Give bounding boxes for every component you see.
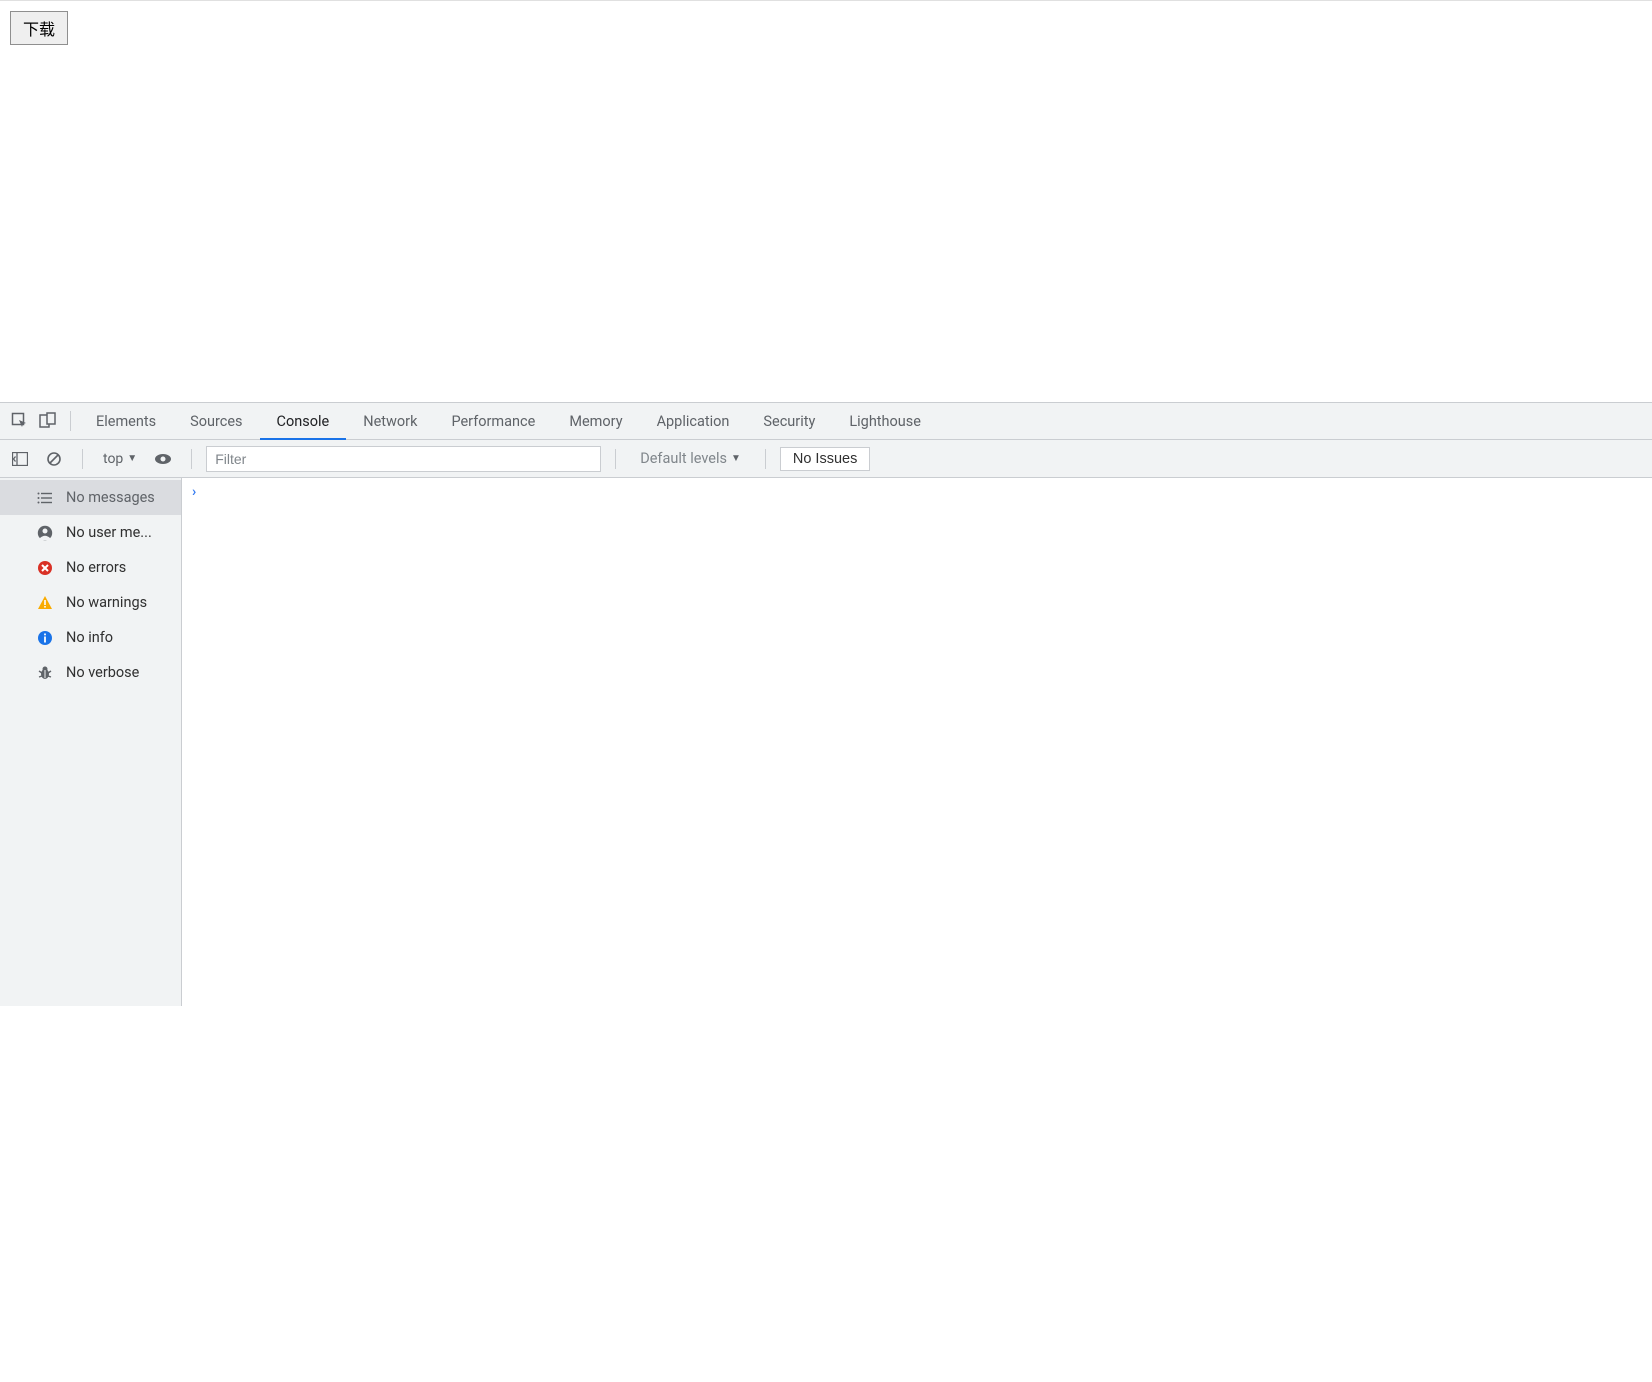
filter-input[interactable]: [206, 446, 601, 472]
tab-sources[interactable]: Sources: [173, 403, 259, 439]
bug-icon: [36, 664, 54, 682]
list-icon: [36, 489, 54, 507]
user-icon: [36, 524, 54, 542]
sidebar-item-errors[interactable]: No errors: [0, 550, 181, 585]
tab-console[interactable]: Console: [260, 403, 347, 439]
device-toolbar-icon[interactable]: [34, 407, 62, 435]
error-icon: [36, 559, 54, 577]
divider: [191, 449, 192, 469]
sidebar-item-label: No user me...: [66, 524, 152, 541]
sidebar-item-warnings[interactable]: No warnings: [0, 585, 181, 620]
log-levels-selector[interactable]: Default levels ▼: [630, 450, 751, 467]
tab-security[interactable]: Security: [746, 403, 832, 439]
tab-network[interactable]: Network: [346, 403, 434, 439]
devtools-tabs: Elements Sources Console Network Perform…: [79, 403, 938, 439]
sidebar-item-label: No errors: [66, 559, 126, 576]
inspect-element-icon[interactable]: [6, 407, 34, 435]
chevron-down-icon: ▼: [731, 453, 741, 464]
download-button[interactable]: 下载: [10, 11, 68, 45]
clear-console-icon[interactable]: [40, 445, 68, 473]
sidebar-item-messages[interactable]: No messages: [0, 480, 181, 515]
devtools-panel: Elements Sources Console Network Perform…: [0, 402, 1652, 1006]
chevron-down-icon: ▼: [127, 453, 137, 464]
page-content: 下载: [0, 0, 1652, 402]
divider: [70, 411, 71, 431]
levels-label: Default levels: [640, 450, 727, 467]
context-selector[interactable]: top ▼: [97, 451, 143, 467]
warning-icon: [36, 594, 54, 612]
tab-elements[interactable]: Elements: [79, 403, 173, 439]
sidebar-item-label: No messages: [66, 489, 155, 506]
divider: [765, 449, 766, 469]
sidebar-item-verbose[interactable]: No verbose: [0, 655, 181, 690]
console-output[interactable]: ›: [182, 478, 1652, 1006]
console-body: No messages No user me... No errors No w…: [0, 478, 1652, 1006]
live-expression-icon[interactable]: [149, 445, 177, 473]
issues-button[interactable]: No Issues: [780, 447, 870, 471]
info-icon: [36, 629, 54, 647]
sidebar-item-user-messages[interactable]: No user me...: [0, 515, 181, 550]
tab-performance[interactable]: Performance: [434, 403, 552, 439]
sidebar-item-label: No info: [66, 629, 113, 646]
tab-application[interactable]: Application: [640, 403, 747, 439]
sidebar-item-label: No warnings: [66, 594, 147, 611]
sidebar-item-label: No verbose: [66, 664, 139, 681]
console-sidebar: No messages No user me... No errors No w…: [0, 478, 182, 1006]
divider: [82, 449, 83, 469]
tab-lighthouse[interactable]: Lighthouse: [832, 403, 938, 439]
tab-memory[interactable]: Memory: [552, 403, 639, 439]
toggle-sidebar-icon[interactable]: [6, 445, 34, 473]
console-prompt-icon: ›: [192, 484, 196, 500]
sidebar-item-info[interactable]: No info: [0, 620, 181, 655]
divider: [615, 449, 616, 469]
context-label: top: [103, 451, 123, 467]
devtools-tabbar: Elements Sources Console Network Perform…: [0, 403, 1652, 440]
console-toolbar: top ▼ Default levels ▼ No Issues: [0, 440, 1652, 478]
